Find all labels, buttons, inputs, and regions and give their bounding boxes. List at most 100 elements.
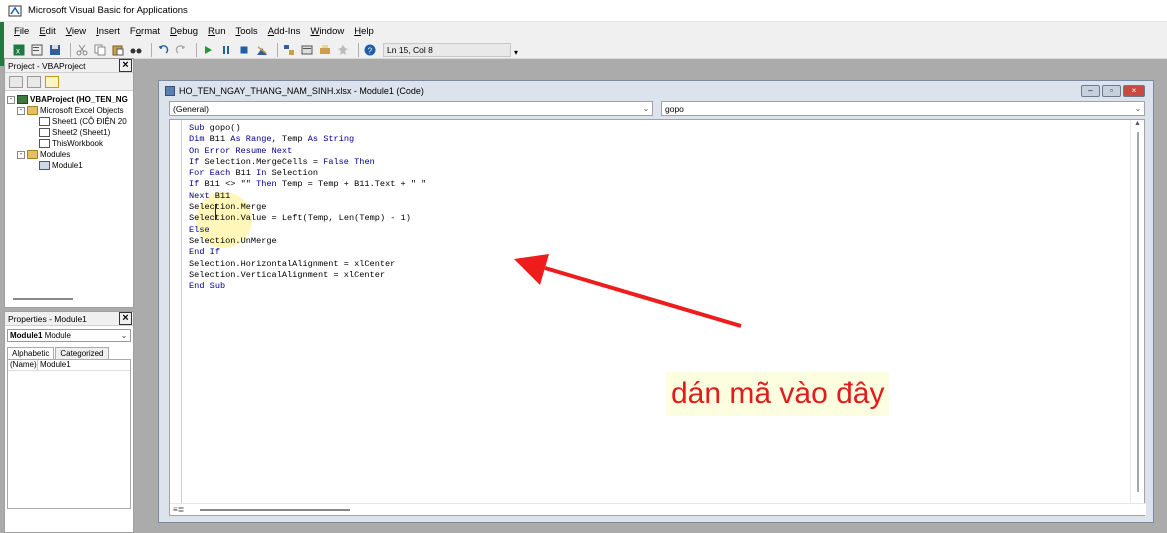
- margin-indicator-bar[interactable]: [170, 120, 182, 505]
- vba-app-icon: [8, 5, 22, 16]
- property-value[interactable]: Module1: [38, 360, 71, 370]
- code-line[interactable]: Next B11: [189, 191, 426, 202]
- code-line[interactable]: For Each B11 In Selection: [189, 168, 426, 179]
- save-icon[interactable]: [48, 43, 62, 57]
- code-line[interactable]: Dim B11 As Range, Temp As String: [189, 134, 426, 145]
- procedure-dropdown[interactable]: gopo ⌄: [661, 101, 1145, 116]
- horizontal-scrollbar[interactable]: ≡≣: [170, 503, 1146, 515]
- copy-icon[interactable]: [93, 43, 107, 57]
- tree-node-thisworkbook[interactable]: ThisWorkbook: [7, 138, 131, 149]
- sheet-icon: [39, 117, 50, 126]
- code-text[interactable]: Sub gopo() Dim B11 As Range, Temp As Stri…: [189, 123, 426, 292]
- design-mode-icon[interactable]: [255, 43, 269, 57]
- properties-window-icon[interactable]: [300, 43, 314, 57]
- tab-alphabetic[interactable]: Alphabetic: [7, 347, 55, 359]
- standard-toolbar: x ? Ln 15, Col 8 ▾: [4, 41, 1167, 59]
- menu-item-insert[interactable]: Insert: [96, 26, 120, 37]
- tree-node-excel-objects[interactable]: - Microsoft Excel Objects: [7, 105, 131, 116]
- project-pane-title: Project - VBAProject: [8, 60, 86, 71]
- toolbox-icon[interactable]: [336, 43, 350, 57]
- insert-module-icon[interactable]: [30, 43, 44, 57]
- scroll-up-icon[interactable]: ▲: [1131, 120, 1144, 132]
- chevron-down-icon[interactable]: ⌄: [118, 331, 130, 340]
- toggle-folders-icon[interactable]: [45, 75, 59, 88]
- tree-node-sheet2[interactable]: Sheet2 (Sheet1): [7, 127, 131, 138]
- tree-node-project[interactable]: - VBAProject (HO_TEN_NG: [7, 94, 131, 105]
- help-icon[interactable]: ?: [363, 43, 377, 57]
- menu-item-file[interactable]: File: [14, 26, 29, 37]
- code-line[interactable]: Selection.Value = Left(Temp, Len(Temp) -…: [189, 213, 426, 224]
- scrollbar-thumb[interactable]: [13, 298, 73, 300]
- close-icon[interactable]: ×: [119, 59, 132, 72]
- view-code-icon[interactable]: [9, 75, 23, 88]
- paste-icon[interactable]: [111, 43, 125, 57]
- menu-item-window[interactable]: Window: [310, 26, 344, 37]
- collapse-icon[interactable]: -: [17, 106, 25, 115]
- title-bar: Microsoft Visual Basic for Applications: [0, 0, 1167, 22]
- tree-node-module1[interactable]: Module1: [7, 160, 131, 171]
- project-explorer-icon[interactable]: [282, 43, 296, 57]
- code-line[interactable]: If Selection.MergeCells = False Then: [189, 157, 426, 168]
- menu-item-debug[interactable]: Debug: [170, 26, 198, 37]
- code-combo-row: (General) ⌄ gopo ⌄: [169, 101, 1145, 117]
- code-line[interactable]: End If: [189, 247, 426, 258]
- project-icon: [17, 95, 28, 104]
- code-line[interactable]: On Error Resume Next: [189, 146, 426, 157]
- chevron-down-icon[interactable]: ⌄: [640, 104, 652, 113]
- collapse-icon[interactable]: -: [17, 150, 25, 159]
- vertical-scrollbar[interactable]: ▲: [1130, 120, 1144, 505]
- tree-node-sheet1[interactable]: Sheet1 (CỘ ĐIỆN 20: [7, 116, 131, 127]
- code-editor[interactable]: Sub gopo() Dim B11 As Range, Temp As Stri…: [169, 119, 1146, 516]
- scrollbar-thumb[interactable]: [200, 509, 350, 511]
- menu-item-tools[interactable]: Tools: [236, 26, 258, 37]
- collapse-icon[interactable]: -: [7, 95, 15, 104]
- close-icon[interactable]: ×: [119, 312, 132, 325]
- tab-categorized[interactable]: Categorized: [55, 347, 109, 359]
- code-line[interactable]: Sub gopo(): [189, 123, 426, 134]
- find-icon[interactable]: [129, 43, 143, 57]
- object-selector[interactable]: Module1 Module ⌄: [7, 329, 131, 342]
- properties-grid: (Name) Module1: [7, 359, 131, 509]
- excel-view-icon[interactable]: x: [12, 43, 26, 57]
- procedure-view-icon[interactable]: ≡≣: [173, 505, 184, 514]
- menu-item-edit[interactable]: Edit: [39, 26, 55, 37]
- property-row[interactable]: (Name) Module1: [8, 360, 130, 371]
- toolbar-options-icon[interactable]: ▾: [513, 43, 519, 57]
- toolbar-separator: [277, 42, 278, 57]
- tree-node-modules[interactable]: - Modules: [7, 149, 131, 160]
- chevron-down-icon[interactable]: ⌄: [1132, 104, 1144, 113]
- code-line[interactable]: Else: [189, 225, 426, 236]
- menu-item-add-ins[interactable]: Add-Ins: [268, 26, 301, 37]
- redo-icon[interactable]: [174, 43, 188, 57]
- object-browser-icon[interactable]: [318, 43, 332, 57]
- project-pane-toolbar: [5, 73, 133, 91]
- object-dropdown[interactable]: (General) ⌄: [169, 101, 653, 116]
- window-title: Microsoft Visual Basic for Applications: [28, 5, 188, 16]
- view-object-icon[interactable]: [27, 75, 41, 88]
- module-icon: [39, 161, 50, 170]
- menu-bar: File Edit View Insert Format Debug Run Tools Add…: [4, 22, 1167, 41]
- project-pane-scrollbar[interactable]: [7, 295, 131, 303]
- cut-icon[interactable]: [75, 43, 89, 57]
- code-line[interactable]: Selection.HorizontalAlignment = xlCenter: [189, 259, 426, 270]
- break-icon[interactable]: [219, 43, 233, 57]
- menu-item-run[interactable]: Run: [208, 26, 225, 37]
- code-line[interactable]: End Sub: [189, 281, 426, 292]
- code-line[interactable]: If B11 <> "" Then Temp = Temp + B11.Text…: [189, 179, 426, 190]
- properties-pane: Properties - Module1 × Module1 Module ⌄ …: [4, 311, 134, 533]
- run-icon[interactable]: [201, 43, 215, 57]
- restore-icon[interactable]: ▫: [1102, 85, 1121, 97]
- close-icon[interactable]: ×: [1123, 85, 1145, 97]
- menu-item-format[interactable]: Format: [130, 26, 160, 37]
- toolbar-separator: [358, 42, 359, 57]
- menu-item-view[interactable]: View: [66, 26, 86, 37]
- minimize-icon[interactable]: ‒: [1081, 85, 1100, 97]
- window-controls: ‒ ▫ ×: [1079, 85, 1145, 97]
- undo-icon[interactable]: [156, 43, 170, 57]
- code-line[interactable]: Selection.Merge: [189, 202, 426, 213]
- code-line[interactable]: Selection.UnMerge: [189, 236, 426, 247]
- reset-icon[interactable]: [237, 43, 251, 57]
- code-line[interactable]: Selection.VerticalAlignment = xlCenter: [189, 270, 426, 281]
- scrollbar-thumb[interactable]: [1137, 132, 1139, 492]
- menu-item-help[interactable]: Help: [354, 26, 374, 37]
